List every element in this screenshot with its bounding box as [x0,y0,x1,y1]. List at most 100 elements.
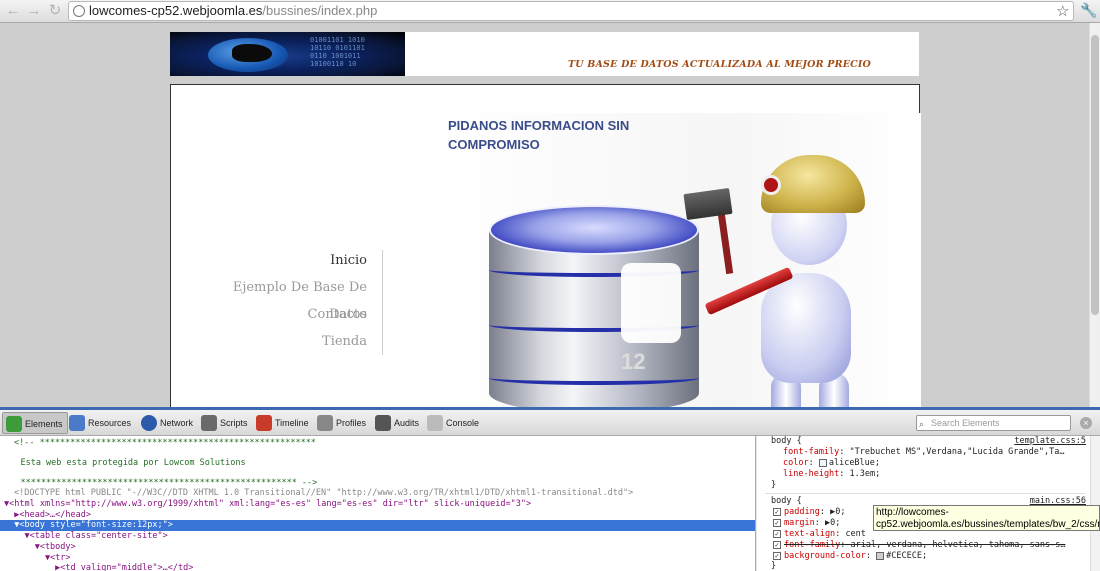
scripts-icon [201,415,217,431]
profiles-icon [317,415,333,431]
rule-separator [765,493,1085,494]
wrench-icon[interactable]: 🔧 [1080,2,1097,19]
miner-database-illustration: 12 [431,113,921,407]
url-path: /bussines/index.php [262,3,378,18]
tab-audits[interactable]: Audits [372,412,423,434]
checkbox[interactable]: ✓ [773,529,781,538]
search-placeholder: Search Elements [931,418,1000,428]
page-scrollbar[interactable] [1089,23,1100,407]
helmet-lamp [761,175,781,195]
checkbox[interactable]: ✓ [773,551,781,560]
tab-console[interactable]: Console [424,412,483,434]
dom-node-doctype[interactable]: <!DOCTYPE html PUBLIC "-//W3C//DTD XHTML… [14,488,633,499]
reload-icon[interactable]: ↻ [46,3,64,19]
tab-resources[interactable]: Resources [66,412,135,434]
dom-node-body-selected[interactable]: ▼<body style="font-size:12px;"> [0,520,755,531]
tab-label: Console [446,418,480,428]
figure-body [761,273,851,383]
prop-name: font-family [784,540,841,550]
blurred-patch [621,263,681,343]
dom-node-html[interactable]: ▼<html xmlns="http://www.w3.org/1999/xht… [4,499,531,510]
menu-item-ejemplo[interactable]: Ejemplo De Base De Datos [201,274,371,322]
tab-label: Network [160,418,194,428]
tab-scripts[interactable]: Scripts [198,412,252,434]
site-tagline: TU BASE DE DATOS ACTUALIZADA AL MEJOR PR… [568,59,872,70]
prop-value: 1.3em; [849,469,881,479]
site-header: 01001101 1010 10110 0101101 0110 1001011 10… [170,32,919,76]
tab-label: Profiles [336,418,367,428]
url-host: lowcomes-cp52.webjoomla.es [89,3,263,18]
elements-icon [6,416,22,432]
prop-value: #CECECE; [886,551,928,561]
tab-network[interactable]: Network [138,412,197,434]
back-arrow-icon[interactable]: ← [4,3,22,19]
bookmark-star-icon[interactable]: ☆ [1056,2,1069,20]
color-swatch[interactable] [818,458,827,467]
checkbox[interactable]: ✓ [773,518,781,527]
checkbox[interactable]: ✓ [773,540,781,549]
timeline-icon [256,415,272,431]
headline: PIDANOS INFORMACION SIN COMPROMISO [448,118,630,152]
devtools-toolbar: Elements Resources Network Scripts Timel… [0,410,1100,436]
style-prop[interactable]: font-family: "Trebuchet MS",Verdana,"Luc… [783,447,1100,458]
prop-value: ▶0; [824,518,841,528]
prop-name: color [783,458,809,468]
prop-value: ▶0; [830,507,846,517]
prop-name: line-height [783,469,840,479]
search-icon: ⌕ [919,419,925,429]
main-content: 12 PIDANOS INFORMACION SIN COMPROMISO In… [170,84,921,407]
rule-closing: } [771,561,777,571]
prop-value: aliceBlue; [828,458,881,468]
dom-node-table[interactable]: ▼<table class="center-site"> [4,531,167,542]
page-icon [73,5,85,17]
dom-node-comment: Esta web esta protegida por Lowcom Solut… [0,458,246,468]
rule-source-link[interactable]: template.css:5 [1014,436,1086,446]
checkbox[interactable]: ✓ [773,507,781,516]
style-prop[interactable]: color: aliceBlue; [783,458,1100,469]
styles-pane: body { template.css:5 font-family: "Treb… [757,436,1100,571]
dom-node-text: ▼<body style="font-size:12px;"> [4,520,173,530]
search-elements-input[interactable]: ⌕ Search Elements [916,415,1071,431]
cylinder-band [489,371,699,385]
menu-item-contacto[interactable]: Contacto [201,301,371,328]
audits-icon [375,415,391,431]
styles-scrollbar[interactable] [1090,436,1100,571]
menu-item-tienda[interactable]: Tienda [201,328,371,355]
tab-timeline[interactable]: Timeline [253,412,313,434]
prop-name: padding [784,507,820,517]
address-bar[interactable]: lowcomes-cp52.webjoomla.es/bussines/inde… [68,1,1074,21]
tab-profiles[interactable]: Profiles [314,412,370,434]
tab-label: Elements [25,419,63,429]
color-swatch[interactable] [876,551,885,560]
prop-value: cent [845,529,866,539]
site-logo[interactable]: 01001101 1010 10110 0101101 0110 1001011 10… [170,32,405,76]
tab-label: Audits [394,418,420,428]
menu-item-inicio[interactable]: Inicio [201,247,371,274]
database-top [489,205,699,255]
prop-name: text-align [784,529,836,539]
dom-node-comment[interactable]: <!-- ***********************************… [14,438,316,449]
close-icon[interactable]: × [1080,417,1092,429]
style-prop-overridden[interactable]: ✓ font-family: arial, verdana, helvetica,… [773,540,1100,551]
resources-icon [69,415,85,431]
browser-toolbar: ← → ↻ lowcomes-cp52.webjoomla.es/bussine… [0,0,1100,23]
tab-elements[interactable]: Elements [2,412,68,434]
scrollbar-thumb[interactable] [1091,35,1099,315]
style-prop[interactable]: line-height: 1.3em; [783,469,1100,480]
dom-node-tbody[interactable]: ▼<tbody> [4,542,76,553]
main-menu: Inicio Ejemplo De Base De Datos Contacto… [201,247,371,355]
forward-arrow-icon[interactable]: → [25,3,43,19]
source-tooltip: http://lowcomes-cp52.webjoomla.es/bussin… [873,505,1100,531]
image-watermark: 12 [621,349,646,374]
prop-name: font-family [783,447,840,457]
tab-label: Scripts [220,418,248,428]
console-icon [427,415,443,431]
prop-name: background-color [784,551,866,561]
page-viewport: 01001101 1010 10110 0101101 0110 1001011 10… [0,23,1089,407]
binary-decoration: 01001101 1010 10110 0101101 0110 1001011 10… [310,36,365,68]
prop-value: "Trebuchet MS",Verdana,"Lucida Grande",T… [849,447,1065,457]
menu-divider [382,250,383,355]
tab-label: Resources [88,418,132,428]
dom-node-td[interactable]: ▶<td valign="middle">…</td> [4,563,193,571]
elements-tree: <!-- ***********************************… [0,436,756,571]
